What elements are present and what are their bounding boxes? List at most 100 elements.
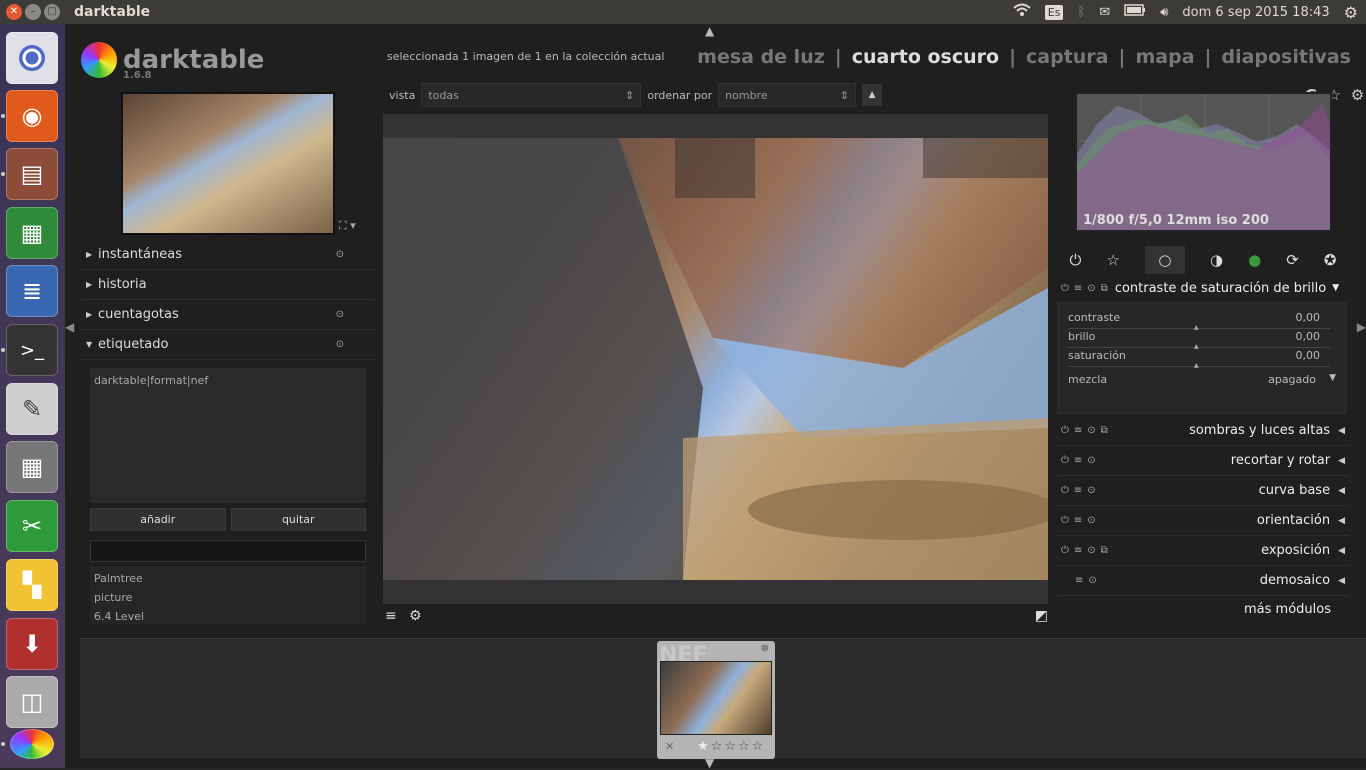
effect-group-icon[interactable]: ✪ <box>1324 251 1337 269</box>
close-circle-icon[interactable]: ⊗ <box>761 643 769 654</box>
list-item[interactable]: Palmtree <box>94 569 362 588</box>
reset-icon[interactable]: ⊙ <box>336 339 344 350</box>
filter-bar: vista todas ⇕ ordenar por nombre ⇕ ▲ G ☆… <box>383 82 1364 108</box>
module-control-icons[interactable]: ⏻≡⊙ <box>1061 515 1101 526</box>
module-color-picker[interactable]: ▶ cuentagotas ⊙ <box>82 300 374 330</box>
module-control-icons[interactable]: ⏻≡⊙⧉ <box>1061 425 1113 436</box>
attached-tag[interactable]: darktable|format|nef <box>94 374 362 387</box>
xournal-icon[interactable]: ✂ <box>6 500 58 552</box>
firefox-icon[interactable]: ◉ <box>6 90 58 142</box>
terminal-icon[interactable]: >_ <box>6 324 58 376</box>
rating-star-icon[interactable]: ☆ <box>752 739 766 754</box>
reject-icon[interactable]: ✕ <box>665 740 674 753</box>
view-map[interactable]: mapa <box>1135 46 1194 68</box>
module-exposure[interactable]: ⏻≡⊙⧉ exposición ◀ <box>1057 536 1349 566</box>
list-item[interactable]: 6.4 Level <box>94 607 362 624</box>
module-control-icons[interactable]: ⏻≡⊙ <box>1061 485 1101 496</box>
module-orientation[interactable]: ⏻≡⊙ orientación ◀ <box>1057 506 1349 536</box>
module-control-icons[interactable]: ⏻≡⊙⧉ <box>1061 545 1113 556</box>
view-tethering[interactable]: captura <box>1026 46 1109 68</box>
tag-entry-input[interactable] <box>90 540 366 562</box>
more-modules-button[interactable]: más módulos <box>1057 594 1349 624</box>
collapse-left-arrow-icon[interactable]: ◀ <box>65 320 74 334</box>
module-header-expanded[interactable]: ⏻≡⊙⧉ contraste de saturación de brillo ▼ <box>1057 274 1349 302</box>
reset-icon[interactable]: ⊙ <box>336 249 344 260</box>
software-install-icon[interactable]: ⬇ <box>6 618 58 670</box>
sort-select[interactable]: nombre ⇕ <box>718 83 857 107</box>
package-icon[interactable]: ◫ <box>6 676 58 728</box>
darktable-launcher-icon[interactable] <box>10 729 54 759</box>
module-crop-rotate[interactable]: ⏻≡⊙ recortar y rotar ◀ <box>1057 446 1349 476</box>
active-modules-power-icon[interactable]: ⏻ <box>1070 251 1082 269</box>
files-icon[interactable]: ▤ <box>6 148 58 200</box>
rating-star-icon[interactable]: ☆ <box>738 739 752 754</box>
brightness-slider[interactable]: brillo 0,00 ▲ <box>1068 330 1330 350</box>
rating-star-icon[interactable]: ★ <box>697 739 711 754</box>
navigator-zoom-icon[interactable]: ⛶ ▾ <box>339 219 356 233</box>
overexposed-indicator-icon[interactable]: ◩ <box>1035 608 1048 624</box>
navigator-preview[interactable] <box>121 92 335 235</box>
app-grid-icon[interactable]: ▚ <box>6 559 58 611</box>
rating-star-icon[interactable]: ☆ <box>711 739 725 754</box>
module-history[interactable]: ▶ historia <box>82 270 374 300</box>
correct-group-icon[interactable]: ⟳ <box>1286 251 1299 269</box>
view-slideshow[interactable]: diapositivas <box>1221 46 1351 68</box>
list-item[interactable]: picture <box>94 588 362 607</box>
attached-tags-list[interactable]: darktable|format|nef <box>90 368 366 503</box>
quick-access-menu-icon[interactable]: ≡ <box>385 608 397 624</box>
contrast-slider[interactable]: contraste 0,00 ▲ <box>1068 311 1330 331</box>
libreoffice-writer-icon[interactable]: ≣ <box>6 265 58 317</box>
module-snapshots[interactable]: ▶ instantáneas ⊙ <box>82 240 374 270</box>
view-filter-select[interactable]: todas ⇕ <box>421 83 642 107</box>
module-control-icons[interactable]: ≡⊙ <box>1075 575 1102 586</box>
bluetooth-icon[interactable]: ᛒ <box>1077 5 1085 20</box>
calculator-icon[interactable]: ▦ <box>6 441 58 493</box>
mail-icon[interactable]: ✉ <box>1099 5 1110 20</box>
close-window-button[interactable]: ✕ <box>6 4 22 20</box>
remove-tag-button[interactable]: quitar <box>230 508 366 531</box>
thumbnail-image[interactable] <box>660 661 772 735</box>
collapse-top-arrow-icon[interactable]: ▲ <box>705 24 714 38</box>
view-lighttable[interactable]: mesa de luz <box>697 46 825 68</box>
expand-arrow-icon: ◀ <box>1338 545 1345 556</box>
module-control-icons[interactable]: ⏻≡⊙⧉ <box>1061 283 1113 294</box>
basic-group-circle-icon[interactable]: ○ <box>1144 246 1185 274</box>
collapse-right-arrow-icon[interactable]: ▶ <box>1357 320 1366 334</box>
sort-direction-button[interactable]: ▲ <box>862 84 883 106</box>
volume-icon[interactable]: 🔊︎ <box>1160 5 1168 20</box>
main-image[interactable] <box>383 138 1048 580</box>
reset-icon[interactable]: ⊙ <box>336 309 344 320</box>
window-title: darktable <box>74 4 151 20</box>
preferences-gear-icon[interactable]: ⚙ <box>1351 86 1364 104</box>
star-rating[interactable]: ★☆☆☆☆ <box>697 739 765 754</box>
module-base-curve[interactable]: ⏻≡⊙ curva base ◀ <box>1057 476 1349 506</box>
color-group-icon[interactable]: ● <box>1248 251 1261 269</box>
ubuntu-dash-icon[interactable] <box>6 32 58 84</box>
module-control-icons[interactable]: ⏻≡⊙ <box>1061 455 1101 466</box>
styles-icon[interactable]: ⚙ <box>409 608 422 624</box>
favorites-star-icon[interactable]: ☆ <box>1106 251 1119 269</box>
module-tagging[interactable]: ▼ etiquetado ⊙ <box>82 330 374 360</box>
text-editor-icon[interactable]: ✎ <box>6 383 58 435</box>
collapse-arrow-icon[interactable]: ▼ <box>1332 283 1339 293</box>
module-title: orientación <box>1256 513 1331 528</box>
histogram[interactable]: 1/800 f/5,0 12mm iso 200 <box>1075 92 1332 232</box>
view-darkroom[interactable]: cuarto oscuro <box>852 46 999 68</box>
libreoffice-calc-icon[interactable]: ▦ <box>6 207 58 259</box>
maximize-window-button[interactable]: □ <box>44 4 60 20</box>
tone-group-icon[interactable]: ◑ <box>1210 251 1223 269</box>
filmstrip-thumbnail[interactable]: NEF ⊗ ✕ ★☆☆☆☆ <box>657 641 775 759</box>
module-demosaic[interactable]: ≡⊙ demosaico ◀ <box>1057 566 1349 596</box>
settings-gear-icon[interactable]: ⚙ <box>1344 3 1358 22</box>
minimize-window-button[interactable]: – <box>25 4 41 20</box>
saturation-slider[interactable]: saturación 0,00 ▲ <box>1068 349 1330 369</box>
clock[interactable]: dom 6 sep 2015 18:43 <box>1182 5 1329 20</box>
wifi-icon[interactable] <box>1013 3 1031 21</box>
keyboard-layout-indicator[interactable]: Es <box>1044 4 1064 20</box>
add-tag-button[interactable]: añadir <box>90 508 226 531</box>
battery-icon[interactable] <box>1124 4 1146 20</box>
tag-dictionary-list[interactable]: Palmtree picture 6.4 Level <box>90 566 366 624</box>
rating-star-icon[interactable]: ☆ <box>724 739 738 754</box>
blend-mode-select[interactable]: mezcla apagado ▼ <box>1068 373 1338 386</box>
module-shadows-highlights[interactable]: ⏻≡⊙⧉ sombras y luces altas ◀ <box>1057 416 1349 446</box>
